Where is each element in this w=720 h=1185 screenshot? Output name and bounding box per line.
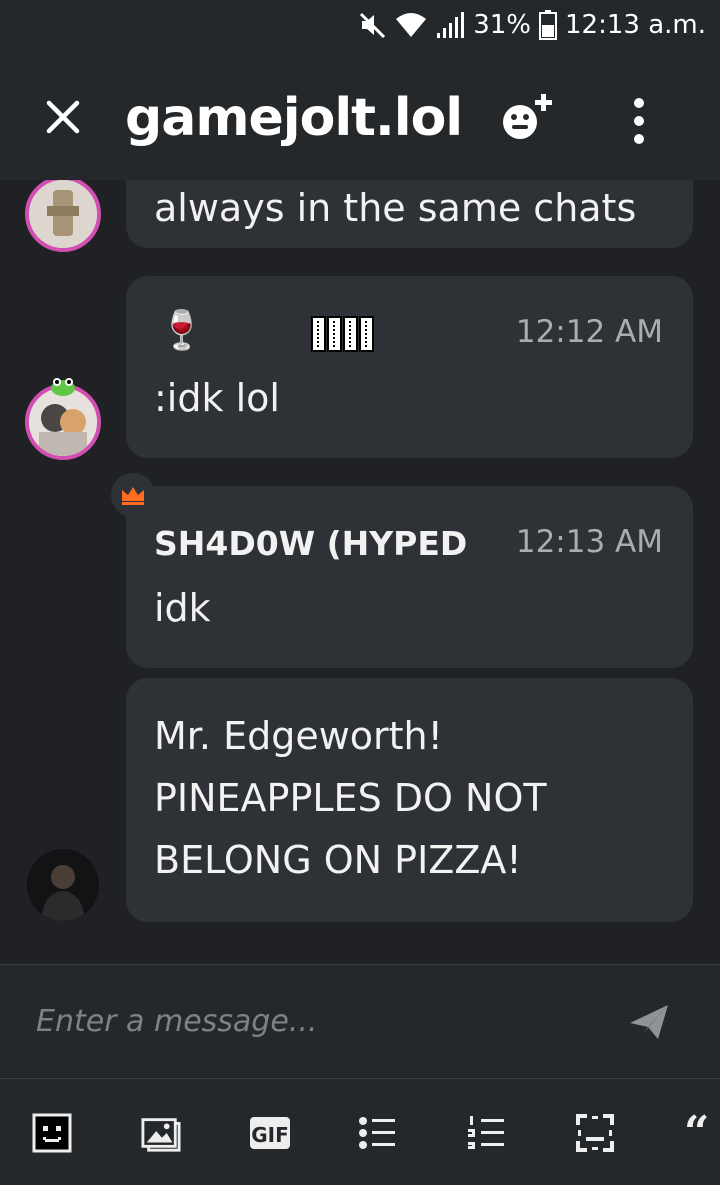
chat-title: gamejolt.lol: [125, 88, 463, 148]
message-author: SH4D0W (HYPED: [154, 524, 468, 563]
user-avatar-image: [29, 180, 97, 248]
bulleted-list-button[interactable]: [357, 1113, 397, 1153]
clock: 12:13 a.m.: [565, 10, 706, 40]
signal-icon: [435, 11, 465, 39]
gif-label: GIF: [251, 1123, 289, 1147]
wifi-icon: [395, 11, 427, 39]
message-text: always in the same chats: [154, 186, 637, 230]
numbered-list-icon: [468, 1116, 504, 1149]
status-bar: 31% 12:13 a.m.: [0, 0, 720, 58]
quote-icon: “: [684, 1113, 710, 1153]
message-bubble[interactable]: Mr. Edgeworth! PINEAPPLES DO NOT BELONG …: [126, 678, 693, 922]
gif-button[interactable]: GIF: [249, 1113, 291, 1153]
message-text: idk: [154, 586, 211, 630]
frog-badge-icon: [51, 378, 75, 396]
message-text-line: BELONG ON PIZZA!: [154, 838, 522, 882]
close-button[interactable]: [40, 94, 86, 140]
owner-badge: [111, 473, 155, 517]
image-icon: [141, 1118, 181, 1152]
muted-icon: [357, 10, 387, 40]
numbered-list-button[interactable]: [466, 1113, 506, 1153]
message-list[interactable]: always in the same chats 🍷 12:12 AM :idk…: [0, 180, 720, 964]
emoji-button[interactable]: [32, 1113, 72, 1153]
close-icon: [46, 100, 80, 134]
battery-icon: [539, 10, 558, 40]
message-text: :idk lol: [154, 376, 280, 420]
user-avatar-image: [27, 849, 99, 921]
spoiler-button[interactable]: [575, 1113, 615, 1153]
message-time: 12:12 AM: [515, 314, 663, 350]
message-text-line: PINEAPPLES DO NOT: [154, 776, 547, 820]
gif-icon: GIF: [250, 1117, 290, 1149]
message-bubble[interactable]: SH4D0W (HYPED 12:13 AM idk: [126, 486, 693, 668]
send-icon: [630, 1005, 668, 1039]
crown-icon: [122, 487, 144, 505]
formatting-toolbar: GIF “: [0, 1078, 720, 1185]
quote-button[interactable]: “: [684, 1113, 720, 1153]
name-graphic: [311, 316, 374, 352]
image-button[interactable]: [141, 1113, 181, 1153]
message-input[interactable]: [36, 1001, 596, 1041]
message-bubble[interactable]: 🍷 12:12 AM :idk lol: [126, 276, 693, 458]
more-options-button[interactable]: [622, 94, 656, 148]
message-composer: [0, 964, 720, 1078]
send-button[interactable]: [628, 1003, 670, 1041]
bulleted-list-icon: [359, 1117, 395, 1149]
add-user-icon: [503, 94, 552, 139]
avatar[interactable]: [25, 180, 101, 252]
user-avatar-image: [29, 388, 97, 456]
battery-percent: 31%: [473, 10, 532, 40]
avatar[interactable]: [27, 849, 99, 921]
message-text-line: Mr. Edgeworth!: [154, 714, 443, 758]
emoji-face-icon: [32, 1113, 72, 1153]
add-member-button[interactable]: [498, 90, 562, 146]
more-vertical-icon: [634, 98, 644, 144]
wine-glass-icon: 🍷: [158, 308, 206, 352]
chat-screen: 31% 12:13 a.m. gamejolt.lol always in th…: [0, 0, 720, 1185]
spoiler-icon: [576, 1114, 614, 1152]
message-time: 12:13 AM: [515, 524, 663, 560]
message-bubble[interactable]: always in the same chats: [126, 180, 693, 248]
chat-header: gamejolt.lol: [0, 58, 720, 180]
